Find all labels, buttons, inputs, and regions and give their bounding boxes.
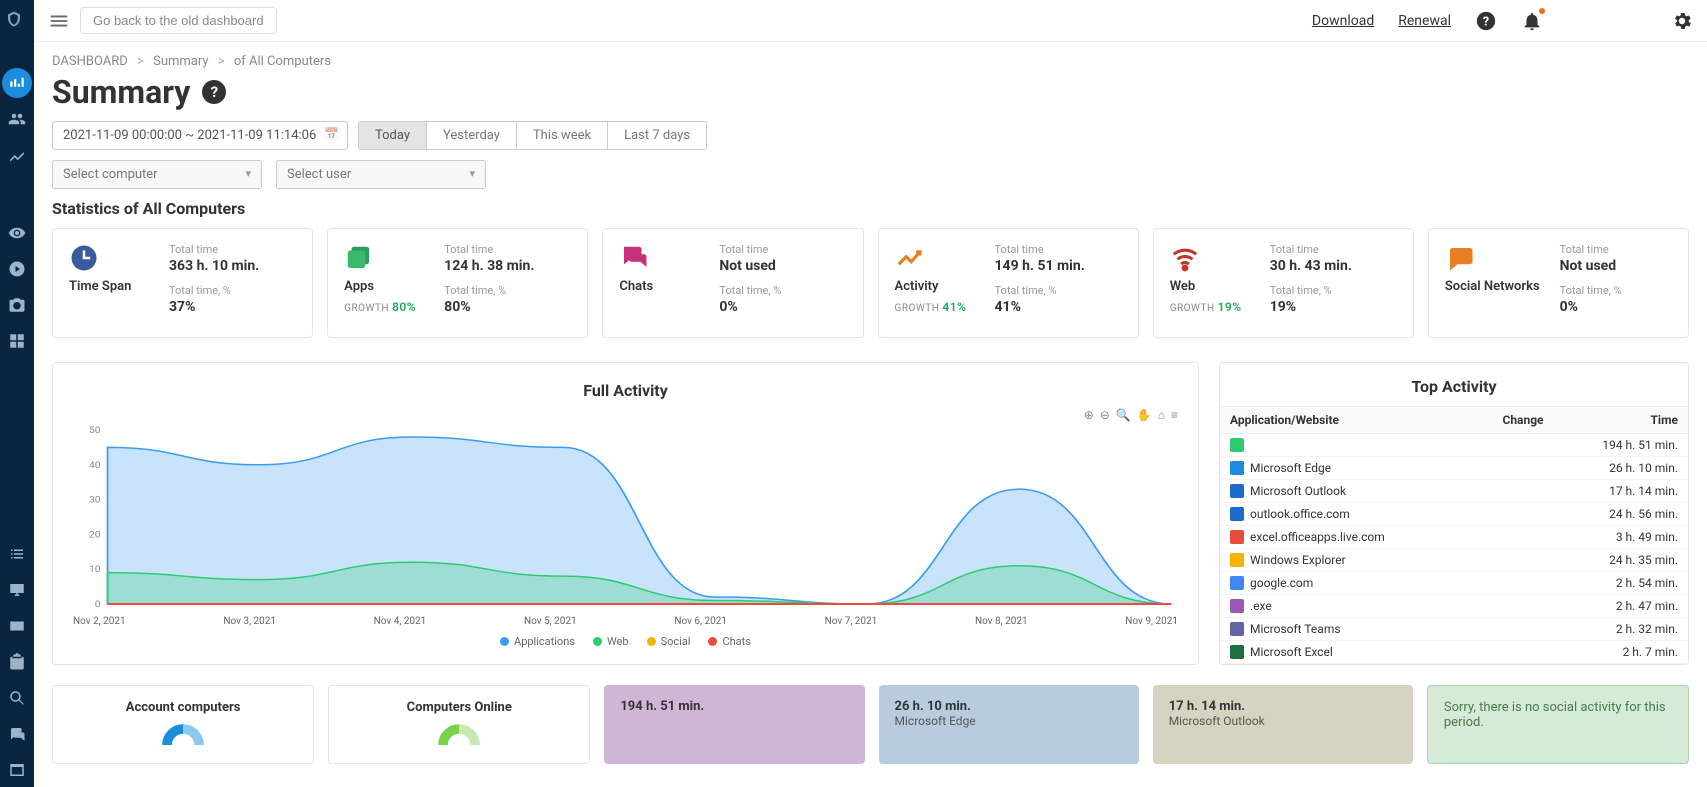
nav-chat-icon[interactable] [0, 717, 34, 751]
tile-total-time[interactable]: 194 h. 51 min. [604, 685, 864, 764]
top-activity-row[interactable]: outlook.office.com 24 h. 56 min. [1220, 503, 1688, 526]
breadcrumb-item: of All Computers [234, 54, 331, 69]
top-activity-row[interactable]: 194 h. 51 min. [1220, 434, 1688, 457]
nav-monitor-icon[interactable] [0, 573, 34, 607]
clock-icon [69, 243, 99, 273]
chart-pan-icon[interactable]: ✋ [1137, 408, 1152, 422]
download-link[interactable]: Download [1312, 13, 1374, 29]
svg-text:10: 10 [89, 565, 101, 575]
app-logo-icon [5, 10, 29, 34]
chart-menu-icon[interactable]: ≡ [1171, 408, 1178, 422]
card-web[interactable]: Web GROWTH 19% Total time 30 h. 43 min. … [1153, 228, 1414, 338]
chart-svg: 0 10 20 30 40 50 [73, 424, 1178, 614]
chart-zoom-in-icon[interactable]: ⊕ [1084, 408, 1094, 422]
chart-zoom-out-icon[interactable]: ⊖ [1100, 408, 1110, 422]
card-chats[interactable]: Chats Total time Not used Total time, % … [602, 228, 863, 338]
notifications-icon[interactable] [1521, 10, 1543, 32]
card-activity[interactable]: Activity GROWTH 41% Total time 149 h. 51… [878, 228, 1139, 338]
settings-icon[interactable] [1671, 10, 1693, 32]
nav-keyboard-icon[interactable] [0, 609, 34, 643]
tile-computers-online[interactable]: Computers Online [328, 685, 590, 764]
chart-home-icon[interactable]: ⌂ [1158, 408, 1165, 422]
tile-no-social: Sorry, there is no social activity for t… [1427, 685, 1689, 764]
nav-window-icon[interactable] [0, 753, 34, 787]
chart-title: Full Activity [73, 381, 1178, 400]
top-activity-row[interactable]: Microsoft Outlook 17 h. 14 min. [1220, 480, 1688, 503]
col-app-header: Application/Website [1230, 413, 1478, 427]
tile-edge[interactable]: 26 h. 10 min. Microsoft Edge [879, 685, 1139, 764]
top-activity-row[interactable]: google.com 2 h. 54 min. [1220, 572, 1688, 595]
tile-outlook[interactable]: 17 h. 14 min. Microsoft Outlook [1153, 685, 1413, 764]
top-activity-title: Top Activity [1220, 363, 1688, 406]
help-icon[interactable]: ? [1475, 10, 1497, 32]
top-activity-row[interactable]: Microsoft Excel 2 h. 7 min. [1220, 641, 1688, 664]
legend-item[interactable]: Applications [500, 635, 575, 648]
chart-toolbar: ⊕ ⊖ 🔍 ✋ ⌂ ≡ [73, 408, 1178, 422]
preset-this-week[interactable]: This week [517, 122, 608, 149]
date-range-input[interactable]: 2021-11-09 00:00:00 ~ 2021-11-09 11:14:0… [52, 121, 348, 150]
legend-item[interactable]: Chats [708, 635, 750, 648]
col-change-header: Change [1478, 413, 1568, 427]
col-time-header: Time [1568, 413, 1678, 427]
card-apps[interactable]: Apps GROWTH 80% Total time 124 h. 38 min… [327, 228, 588, 338]
top-activity-panel: Top Activity Application/Website Change … [1219, 362, 1689, 665]
sidebar [0, 0, 34, 787]
nav-list-icon[interactable] [0, 537, 34, 571]
page-help-icon[interactable]: ? [202, 80, 226, 104]
select-computer[interactable]: Select computer [52, 160, 262, 189]
page-title: Summary [52, 73, 190, 111]
date-preset-group: Today Yesterday This week Last 7 days [358, 121, 707, 150]
nav-play-icon[interactable] [0, 252, 34, 286]
preset-yesterday[interactable]: Yesterday [427, 122, 517, 149]
top-activity-row[interactable]: excel.officeapps.live.com 3 h. 49 min. [1220, 526, 1688, 549]
menu-toggle-icon[interactable] [48, 10, 70, 32]
apps-icon [344, 243, 374, 273]
preset-today[interactable]: Today [359, 122, 427, 149]
card-social[interactable]: Social Networks Total time Not used Tota… [1428, 228, 1689, 338]
chart-zoom-icon[interactable]: 🔍 [1116, 408, 1131, 422]
nav-grid-icon[interactable] [0, 324, 34, 358]
svg-text:?: ? [1483, 14, 1489, 29]
breadcrumb-item[interactable]: DASHBOARD [52, 54, 128, 69]
svg-text:30: 30 [89, 495, 101, 505]
topbar: Go back to the old dashboard Download Re… [34, 0, 1707, 42]
full-activity-chart: Full Activity ⊕ ⊖ 🔍 ✋ ⌂ ≡ 01020304050 No… [52, 362, 1199, 665]
chats-icon [619, 243, 649, 273]
svg-text:40: 40 [89, 460, 101, 470]
nav-clipboard-icon[interactable] [0, 645, 34, 679]
section-title: Statistics of All Computers [52, 199, 1689, 218]
renewal-link[interactable]: Renewal [1398, 13, 1451, 29]
donut-chart-icon [414, 721, 504, 745]
tile-account-computers[interactable]: Account computers [52, 685, 314, 764]
old-dashboard-button[interactable]: Go back to the old dashboard [80, 7, 277, 34]
nav-camera-icon[interactable] [0, 288, 34, 322]
top-activity-row[interactable]: Microsoft Teams 2 h. 32 min. [1220, 618, 1688, 641]
breadcrumb-item[interactable]: Summary [153, 54, 208, 69]
activity-icon [895, 243, 925, 273]
card-timespan[interactable]: Time Span Total time 363 h. 10 min. Tota… [52, 228, 313, 338]
nav-users-icon[interactable] [0, 102, 34, 136]
top-activity-row[interactable]: Microsoft Edge 26 h. 10 min. [1220, 457, 1688, 480]
select-user[interactable]: Select user [276, 160, 486, 189]
social-icon [1445, 243, 1475, 273]
donut-chart-icon [138, 721, 228, 745]
svg-text:20: 20 [89, 530, 101, 540]
wifi-icon [1170, 243, 1200, 273]
nav-reports-icon[interactable] [0, 138, 34, 172]
nav-eye-icon[interactable] [0, 216, 34, 250]
legend-item[interactable]: Social [647, 635, 691, 648]
breadcrumb: DASHBOARD > Summary > of All Computers [52, 54, 1689, 69]
svg-text:0: 0 [95, 600, 101, 610]
top-activity-row[interactable]: .exe 2 h. 47 min. [1220, 595, 1688, 618]
legend-item[interactable]: Web [593, 635, 629, 648]
svg-text:50: 50 [89, 426, 101, 436]
nav-dashboard-icon[interactable] [2, 68, 32, 98]
preset-last-7[interactable]: Last 7 days [608, 122, 706, 149]
nav-search-icon[interactable] [0, 681, 34, 715]
top-activity-row[interactable]: Windows Explorer 24 h. 35 min. [1220, 549, 1688, 572]
